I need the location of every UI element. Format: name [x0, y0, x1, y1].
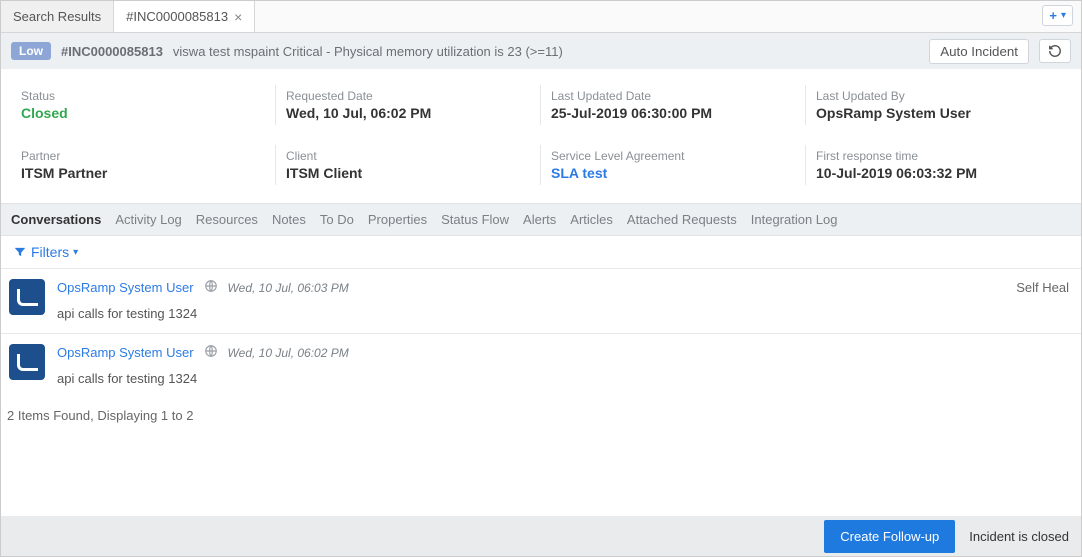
details-grid: Status Closed Requested Date Wed, 10 Jul…	[1, 69, 1081, 193]
timestamp: Wed, 10 Jul, 06:02 PM	[228, 346, 349, 360]
timestamp: Wed, 10 Jul, 06:03 PM	[228, 281, 349, 295]
close-icon[interactable]: ×	[234, 10, 242, 24]
refresh-button[interactable]	[1039, 39, 1071, 63]
detail-value: Closed	[21, 105, 265, 121]
detail-requested: Requested Date Wed, 10 Jul, 06:02 PM	[276, 85, 541, 125]
footer: Create Follow-up Incident is closed	[1, 516, 1081, 556]
subtab-properties[interactable]: Properties	[368, 212, 427, 227]
detail-partner: Partner ITSM Partner	[11, 145, 276, 185]
subtab-status-flow[interactable]: Status Flow	[441, 212, 509, 227]
tab-search-results[interactable]: Search Results	[1, 1, 114, 32]
add-dropdown[interactable]: + ▾	[1042, 5, 1073, 26]
detail-sla: Service Level Agreement SLA test	[541, 145, 806, 185]
subtab-todo[interactable]: To Do	[320, 212, 354, 227]
user-link[interactable]: OpsRamp System User	[57, 345, 194, 360]
detail-value: OpsRamp System User	[816, 105, 1061, 121]
detail-value: ITSM Partner	[21, 165, 265, 181]
detail-label: Client	[286, 149, 530, 163]
globe-icon	[204, 344, 218, 361]
subtab-resources[interactable]: Resources	[196, 212, 258, 227]
tab-bar: Search Results #INC0000085813 × + ▾	[1, 1, 1081, 33]
detail-label: Status	[21, 89, 265, 103]
conversation-item: OpsRamp System User Wed, 10 Jul, 06:02 P…	[1, 333, 1081, 398]
subtab-activity-log[interactable]: Activity Log	[115, 212, 181, 227]
tab-label: #INC0000085813	[126, 9, 228, 24]
detail-value: ITSM Client	[286, 165, 530, 181]
detail-value: 10-Jul-2019 06:03:32 PM	[816, 165, 1061, 181]
caret-down-icon: ▾	[1061, 10, 1066, 21]
subtab-notes[interactable]: Notes	[272, 212, 306, 227]
subtab-bar: Conversations Activity Log Resources Not…	[1, 203, 1081, 236]
filters-button[interactable]: Filters ▾	[1, 236, 1081, 268]
pagination-text: 2 Items Found, Displaying 1 to 2	[1, 398, 1081, 433]
detail-label: Service Level Agreement	[551, 149, 795, 163]
incident-id: #INC0000085813	[61, 44, 163, 59]
conversation-header: OpsRamp System User Wed, 10 Jul, 06:02 P…	[57, 344, 1069, 361]
tab-label: Search Results	[13, 9, 101, 24]
subtab-attached-requests[interactable]: Attached Requests	[627, 212, 737, 227]
create-follow-up-button[interactable]: Create Follow-up	[824, 520, 955, 553]
subtab-articles[interactable]: Articles	[570, 212, 613, 227]
tag-label: Self Heal	[1016, 280, 1069, 295]
caret-down-icon: ▾	[73, 247, 78, 258]
detail-label: Last Updated Date	[551, 89, 795, 103]
status-text: Incident is closed	[963, 529, 1075, 544]
auto-incident-button[interactable]: Auto Incident	[929, 39, 1029, 64]
detail-value: 25-Jul-2019 06:30:00 PM	[551, 105, 795, 121]
avatar	[9, 344, 45, 380]
detail-updated: Last Updated Date 25-Jul-2019 06:30:00 P…	[541, 85, 806, 125]
detail-status: Status Closed	[11, 85, 276, 125]
subtab-integration-log[interactable]: Integration Log	[751, 212, 838, 227]
detail-label: Partner	[21, 149, 265, 163]
conversation-header: OpsRamp System User Wed, 10 Jul, 06:03 P…	[57, 279, 1069, 296]
detail-first-response: First response time 10-Jul-2019 06:03:32…	[806, 145, 1071, 185]
detail-label: First response time	[816, 149, 1061, 163]
avatar	[9, 279, 45, 315]
detail-client: Client ITSM Client	[276, 145, 541, 185]
priority-badge: Low	[11, 42, 51, 60]
detail-value: Wed, 10 Jul, 06:02 PM	[286, 105, 530, 121]
plus-icon: +	[1049, 8, 1057, 23]
filters-label: Filters	[31, 244, 69, 260]
user-link[interactable]: OpsRamp System User	[57, 280, 194, 295]
filter-icon	[13, 245, 27, 259]
detail-updated-by: Last Updated By OpsRamp System User	[806, 85, 1071, 125]
incident-header: Low #INC0000085813 viswa test mspaint Cr…	[1, 33, 1081, 69]
globe-icon	[204, 279, 218, 296]
detail-label: Last Updated By	[816, 89, 1061, 103]
sla-link[interactable]: SLA test	[551, 165, 795, 181]
subtab-alerts[interactable]: Alerts	[523, 212, 556, 227]
refresh-icon	[1048, 44, 1062, 58]
conversation-body: api calls for testing 1324	[57, 306, 1069, 321]
tab-incident[interactable]: #INC0000085813 ×	[114, 1, 255, 32]
subtab-conversations[interactable]: Conversations	[11, 212, 101, 227]
conversation-body: api calls for testing 1324	[57, 371, 1069, 386]
conversation-item: OpsRamp System User Wed, 10 Jul, 06:03 P…	[1, 268, 1081, 333]
incident-title: viswa test mspaint Critical - Physical m…	[173, 44, 919, 59]
detail-label: Requested Date	[286, 89, 530, 103]
